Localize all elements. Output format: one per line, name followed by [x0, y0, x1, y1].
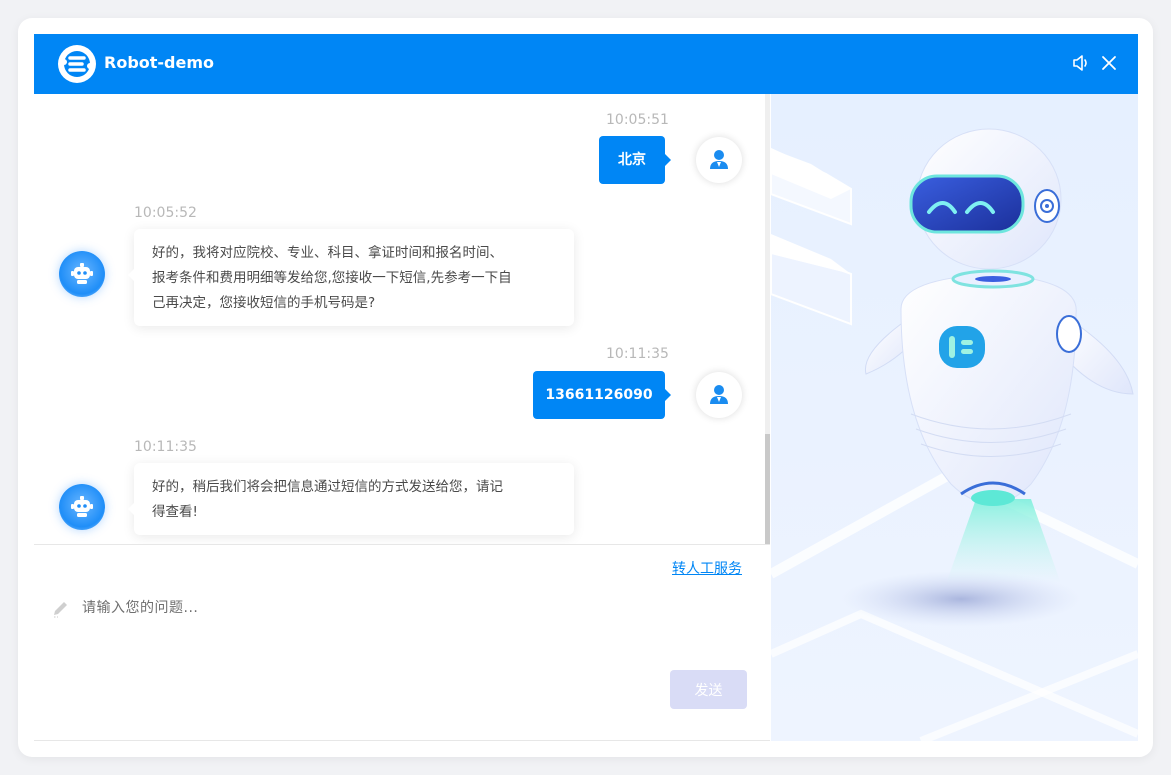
header-bar: Robot-demo	[34, 34, 1138, 94]
input-divider	[34, 544, 770, 545]
scrollbar-thumb[interactable]	[765, 434, 770, 544]
message-input-area[interactable]	[48, 594, 738, 622]
message-line: 己再决定，您接收短信的手机号码是?	[152, 295, 376, 311]
robot-logo-icon	[58, 45, 96, 83]
user-message-bubble: 13661126090	[533, 371, 671, 419]
robot-icon	[71, 263, 93, 284]
chat-scrollbar[interactable]	[765, 94, 770, 544]
user-avatar	[696, 372, 742, 418]
bot-message-bubble: 好的，稍后我们将会把信息通过短信的方式发送给您，请记 得查看!	[128, 463, 574, 535]
send-button[interactable]: 发送	[670, 670, 747, 709]
message-line: 报考条件和费用明细等发给您,您接收一下短信,先参考一下自	[152, 270, 512, 286]
message-timestamp: 10:05:52	[134, 205, 197, 221]
robot-illustration	[771, 94, 1138, 741]
bot-avatar	[59, 484, 105, 530]
message-line: 好的，我将对应院校、专业、科目、拿证时间和报名时间、	[152, 245, 503, 261]
message-timestamp: 10:05:51	[606, 112, 669, 128]
message-timestamp: 10:11:35	[606, 346, 669, 362]
bot-message-bubble: 好的，我将对应院校、专业、科目、拿证时间和报名时间、 报考条件和费用明细等发给您…	[128, 229, 574, 326]
message-list[interactable]: 10:05:51 北京 10:05:52 好的，我将对应院校、专业、科目、拿证时…	[34, 94, 770, 544]
bot-avatar	[59, 251, 105, 297]
bottom-border	[34, 740, 770, 741]
user-icon	[710, 150, 728, 169]
user-message-bubble: 北京	[599, 136, 671, 184]
robot-icon	[71, 496, 93, 517]
message-input[interactable]	[82, 594, 722, 622]
user-avatar	[696, 137, 742, 183]
app-title: Robot-demo	[104, 53, 215, 72]
chat-window: Robot-demo 10:05:51 北京 10:05:52 好的，我将对应院…	[34, 34, 1138, 741]
message-line: 好的，稍后我们将会把信息通过短信的方式发送给您，请记	[152, 479, 503, 495]
close-icon[interactable]	[1098, 52, 1120, 74]
message-line: 得查看!	[152, 504, 198, 520]
user-icon	[710, 385, 728, 404]
transfer-to-human-link[interactable]: 转人工服务	[672, 558, 742, 578]
speaker-icon[interactable]	[1070, 52, 1092, 74]
message-timestamp: 10:11:35	[134, 439, 197, 455]
pencil-icon	[54, 602, 67, 618]
